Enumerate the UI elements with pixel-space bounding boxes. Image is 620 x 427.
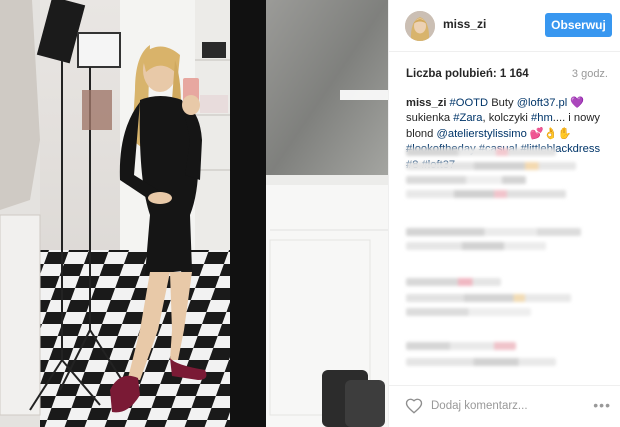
purple-heart-emoji: 💜 [567,97,585,109]
caption-text: , kolczyki [482,112,531,125]
mirror-selfie-image [0,0,388,427]
blurred-comment-line [406,190,566,198]
blurred-comment-line [406,162,576,170]
blurred-comment-line [406,308,531,316]
blurred-comments [406,148,611,378]
comment-bar: ••• [389,385,620,427]
blurred-comment-line [406,242,546,250]
avatar-image [405,11,435,41]
avatar[interactable] [405,11,435,41]
hashtag-link[interactable]: #Zara [453,112,482,124]
blurred-comment-line [406,176,526,184]
mention-link[interactable]: @atelierstylissimo [436,128,526,140]
heart-icon[interactable] [405,397,423,415]
more-options-icon[interactable]: ••• [593,398,611,412]
caption-text: sukienka [406,112,451,125]
blurred-comment-line [406,358,556,366]
likes-count[interactable]: Liczba polubień: 1 164 [406,68,529,80]
username[interactable]: miss_zi [443,17,486,31]
post-photo[interactable] [0,0,388,427]
hashtag-link[interactable]: #hm [531,112,553,124]
post-header: miss_zi Obserwuj [389,0,620,52]
blurred-comment-line [406,294,571,302]
follow-button[interactable]: Obserwuj [545,13,612,37]
blurred-comment-line [406,342,516,350]
caption-username[interactable]: miss_zi [406,97,446,109]
mention-link[interactable]: @loft37.pl [517,97,568,109]
post-time[interactable]: 3 godz. [572,68,608,80]
blurred-comment-line [406,148,556,156]
blurred-comment-line [406,228,581,236]
comment-input[interactable] [431,396,581,416]
post-info-panel: miss_zi Obserwuj Liczba polubień: 1 164 … [388,0,620,427]
hashtag-link[interactable]: #OOTD [450,97,489,109]
caption-text: Buty [488,97,517,109]
emoji-group: 💕👌✋ [526,127,572,140]
blurred-comment-line [406,278,501,286]
